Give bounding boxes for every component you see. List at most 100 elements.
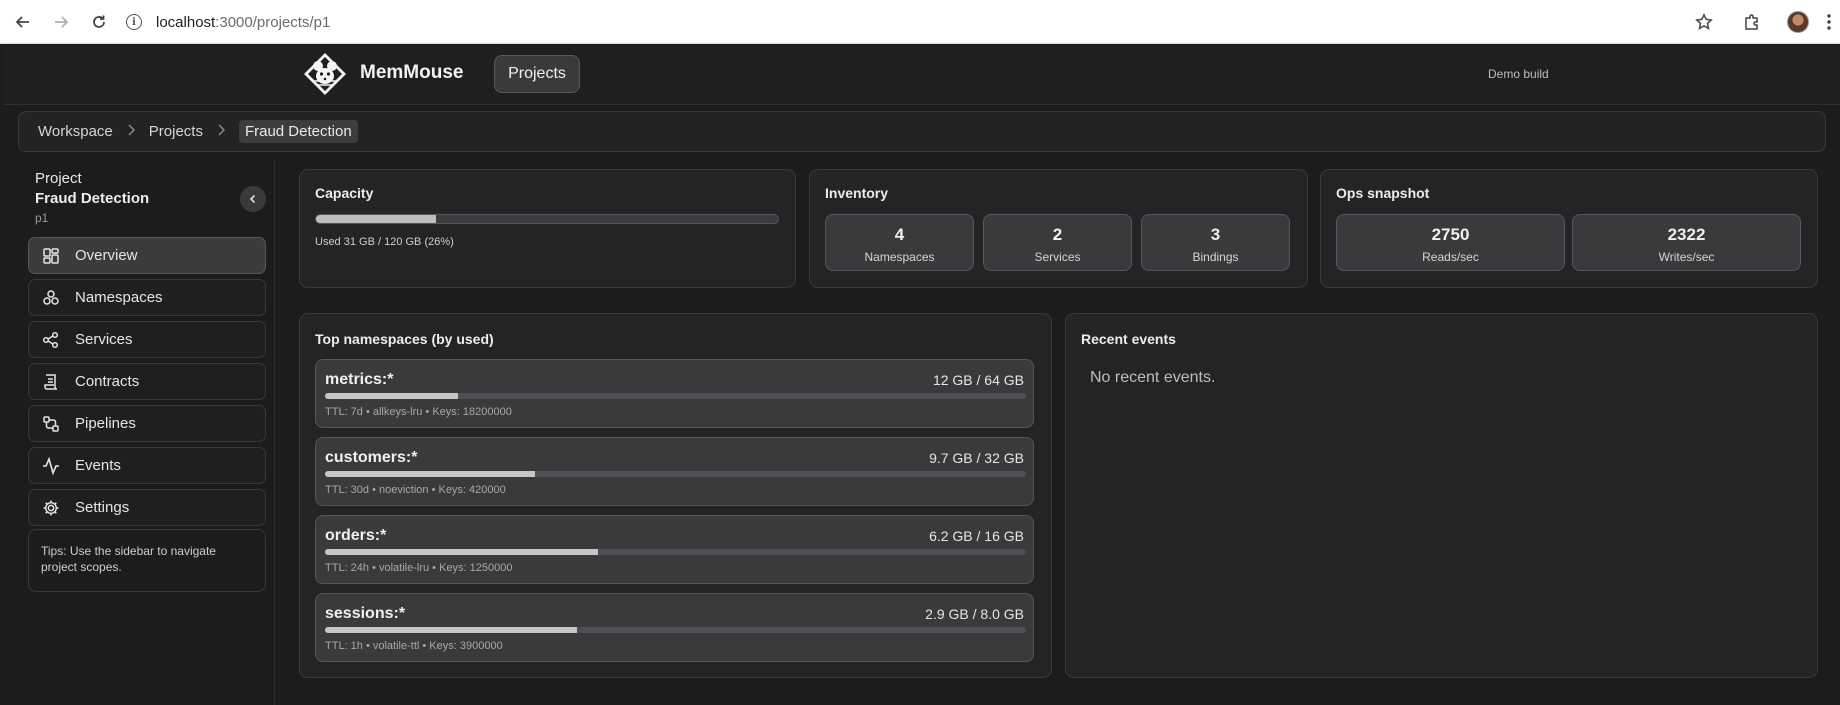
namespace-name: orders:* (325, 527, 387, 544)
stat-value: 3 (1210, 225, 1221, 244)
stat-value: 4 (894, 225, 905, 244)
sidebar-nav: Overview Namespaces Services Contracts P… (28, 237, 266, 531)
stat-value: 2750 (1431, 225, 1470, 244)
reload-icon[interactable] (84, 7, 114, 37)
sidebar-item-label: Events (75, 457, 121, 474)
sidebar-item-label: Namespaces (75, 289, 163, 306)
gear-icon (41, 498, 61, 518)
namespaces-icon (41, 288, 61, 308)
namespace-row[interactable]: sessions:* 2.9 GB / 8.0 GB TTL: 1h • vol… (315, 593, 1034, 662)
inventory-card: Inventory 4 Namespaces 2 Services 3 Bind… (809, 169, 1308, 288)
forward-icon[interactable] (46, 7, 76, 37)
stat-value: 2 (1052, 225, 1063, 244)
namespace-usage-bar (325, 471, 1026, 477)
project-name: Fraud Detection (35, 190, 150, 207)
dashboard-icon (41, 246, 61, 266)
browser-toolbar: i localhost:3000/projects/p1 (0, 0, 1840, 44)
stat-reads: 2750 Reads/sec (1336, 214, 1565, 271)
namespace-usage: 2.9 GB / 8.0 GB (925, 606, 1024, 622)
chevron-right-icon (127, 124, 135, 139)
url-text[interactable]: localhost:3000/projects/p1 (156, 14, 330, 31)
contract-icon (41, 372, 61, 392)
sidebar-item-label: Pipelines (75, 415, 136, 432)
sidebar: Project Fraud Detection p1 Overview Name… (18, 160, 275, 705)
sidebar-item-services[interactable]: Services (28, 321, 266, 358)
namespace-name: sessions:* (325, 605, 406, 622)
back-icon[interactable] (8, 7, 38, 37)
namespace-usage-bar (325, 549, 1026, 555)
project-header: Project Fraud Detection p1 (35, 169, 149, 225)
capacity-title: Capacity (315, 185, 374, 201)
project-id: p1 (35, 211, 49, 225)
top-namespaces-card: Top namespaces (by used) metrics:* 12 GB… (299, 313, 1052, 678)
app-header: MemMouse Projects Demo build (4, 45, 1840, 105)
sidebar-item-overview[interactable]: Overview (28, 237, 266, 274)
recent-events-card: Recent events No recent events. (1065, 313, 1818, 678)
namespace-row[interactable]: customers:* 9.7 GB / 32 GB TTL: 30d • no… (315, 437, 1034, 506)
chevron-left-icon (249, 194, 256, 204)
more-menu-icon[interactable] (1818, 0, 1840, 44)
namespace-usage-fill (325, 627, 578, 633)
sidebar-item-label: Overview (75, 247, 138, 264)
stat-label: Reads/sec (1422, 250, 1479, 264)
extensions-icon[interactable] (1732, 0, 1772, 44)
capacity-progress-fill (316, 215, 437, 223)
pipeline-icon (41, 414, 61, 434)
stat-label: Bindings (1192, 250, 1239, 264)
site-info-icon[interactable]: i (126, 14, 142, 30)
recent-events-empty: No recent events. (1090, 369, 1216, 386)
capacity-card: Capacity Used 31 GB / 120 GB (26%) (299, 169, 796, 288)
stat-label: Services (1034, 250, 1081, 264)
breadcrumb: Workspace Projects Fraud Detection (18, 111, 1826, 152)
recent-events-title: Recent events (1081, 331, 1176, 347)
namespace-usage-fill (325, 549, 599, 555)
namespace-name: customers:* (325, 449, 418, 466)
brand-name[interactable]: MemMouse (360, 62, 463, 84)
breadcrumb-current[interactable]: Fraud Detection (238, 120, 358, 143)
namespace-row[interactable]: orders:* 6.2 GB / 16 GB TTL: 24h • volat… (315, 515, 1034, 584)
namespace-usage-fill (325, 393, 459, 399)
breadcrumb-projects[interactable]: Projects (149, 123, 203, 140)
inventory-title: Inventory (825, 185, 889, 201)
namespace-meta: TTL: 24h • volatile-lru • Keys: 1250000 (325, 562, 513, 574)
stat-bindings: 3 Bindings (1141, 214, 1290, 271)
namespace-usage: 9.7 GB / 32 GB (929, 450, 1024, 466)
project-heading: Project (35, 170, 82, 187)
stat-label: Namespaces (864, 250, 935, 264)
share-icon (41, 330, 61, 350)
sidebar-item-label: Settings (75, 499, 130, 516)
namespace-name: metrics:* (325, 371, 394, 388)
namespace-meta: TTL: 30d • noeviction • Keys: 420000 (325, 484, 506, 496)
stat-value: 2322 (1667, 225, 1706, 244)
sidebar-item-settings[interactable]: Settings (28, 489, 266, 526)
namespace-row[interactable]: metrics:* 12 GB / 64 GB TTL: 7d • allkey… (315, 359, 1034, 428)
breadcrumb-workspace[interactable]: Workspace (38, 123, 113, 140)
sidebar-item-events[interactable]: Events (28, 447, 266, 484)
sidebar-item-namespaces[interactable]: Namespaces (28, 279, 266, 316)
memmouse-logo-icon[interactable] (302, 51, 348, 97)
activity-icon (41, 456, 61, 476)
projects-button[interactable]: Projects (494, 55, 580, 93)
address-bar[interactable]: i localhost:3000/projects/p1 (126, 7, 1736, 37)
bookmark-star-icon[interactable] (1684, 0, 1724, 44)
namespace-meta: TTL: 7d • allkeys-lru • Keys: 18200000 (325, 406, 512, 418)
ops-title: Ops snapshot (1336, 185, 1430, 201)
stat-namespaces: 4 Namespaces (825, 214, 974, 271)
sidebar-item-pipelines[interactable]: Pipelines (28, 405, 266, 442)
capacity-note: Used 31 GB / 120 GB (26%) (315, 236, 454, 248)
namespace-usage-bar (325, 393, 1026, 399)
chevron-right-icon (217, 124, 226, 139)
ops-snapshot-card: Ops snapshot 2750 Reads/sec 2322 Writes/… (1320, 169, 1818, 288)
stat-label: Writes/sec (1658, 250, 1715, 264)
sidebar-item-label: Contracts (75, 373, 140, 390)
top-namespaces-title: Top namespaces (by used) (315, 331, 494, 347)
namespace-usage: 12 GB / 64 GB (932, 372, 1024, 388)
profile-avatar[interactable] (1778, 0, 1818, 44)
namespace-usage: 6.2 GB / 16 GB (929, 528, 1024, 544)
collapse-sidebar-button[interactable] (240, 186, 266, 212)
build-label: Demo build (1488, 67, 1549, 81)
capacity-progress-bar (315, 214, 779, 224)
stat-services: 2 Services (983, 214, 1132, 271)
sidebar-item-contracts[interactable]: Contracts (28, 363, 266, 400)
sidebar-tips: Tips: Use the sidebar to navigate projec… (28, 529, 266, 592)
